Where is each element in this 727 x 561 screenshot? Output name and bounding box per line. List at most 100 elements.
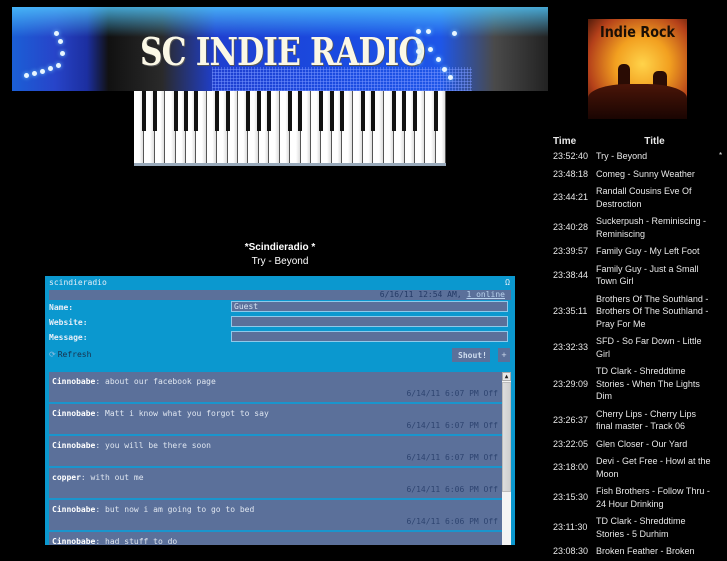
table-row: 23:11:30 TD Clark - Shreddtime Stories - …: [550, 513, 727, 543]
piano-keyboard-graphic: [134, 91, 447, 166]
shoutbox-header: scindieradio Ω: [45, 276, 515, 290]
light-dot-icon: [442, 67, 447, 72]
current-track-marker: *: [719, 151, 723, 160]
track-title: TD Clark - Shreddtime Stories - When The…: [596, 366, 700, 401]
track-title: Glen Closer - Our Yard: [596, 438, 688, 449]
track-title: Devi - Get Free - Howl at the Moon: [596, 456, 711, 479]
light-dot-icon: [436, 57, 441, 62]
message-text: about our facebook page: [105, 377, 216, 386]
track-time: 23:32:33: [553, 342, 589, 353]
album-art: Indie Rock: [588, 19, 687, 119]
light-dot-icon: [40, 69, 45, 74]
shoutbox-menu-icon[interactable]: Ω: [505, 276, 510, 290]
column-time: Time: [553, 135, 577, 147]
message-label: Message:: [49, 333, 88, 342]
current-track-marker: [716, 363, 727, 406]
track-title: Brothers Of The Southland - Brothers Of …: [596, 293, 709, 329]
current-track-marker: [716, 436, 727, 454]
message-item: Cinnobabe: you will be there soon 6/14/1…: [49, 436, 502, 468]
light-dot-icon: [56, 63, 61, 68]
scrollbar-thumb[interactable]: [502, 382, 511, 492]
table-row: 23:52:40 Try - Beyond *: [550, 148, 727, 166]
status-datetime: 6/16/11 12:54 AM,: [379, 290, 462, 299]
track-time: 23:39:57: [553, 246, 589, 256]
refresh-icon: ⟳: [49, 350, 56, 359]
message-user[interactable]: Cinnobabe: [52, 441, 95, 450]
light-dot-icon: [58, 39, 63, 44]
piano-black-key: [329, 91, 334, 131]
current-track-marker: [716, 213, 727, 243]
current-track: Try - Beyond: [251, 256, 309, 267]
current-track-marker: [716, 261, 727, 291]
track-time: 23:48:18: [553, 168, 589, 179]
table-row: 23:44:21 Randall Cousins Eve Of Destrocti…: [550, 183, 727, 213]
message-item: Cinnobabe: Matt i know what you forgot t…: [49, 404, 502, 436]
message-user[interactable]: Cinnobabe: [52, 377, 95, 386]
message-scrollbar[interactable]: ▲: [502, 372, 511, 545]
track-title: Fish Brothers - Follow Thru - 24 Hour Dr…: [596, 486, 710, 509]
banner-title: SC INDIE RADIO: [140, 29, 426, 74]
table-row: 23:39:57 Family Guy - My Left Foot: [550, 243, 727, 261]
current-track-marker: [716, 453, 727, 483]
piano-black-key: [256, 91, 261, 131]
track-time: 23:35:11: [553, 306, 588, 316]
message-text: had stuff to do: [105, 537, 178, 545]
shoutbox-actions: ⟳ Refresh Shout! +: [45, 345, 515, 367]
piano-black-key: [267, 91, 272, 131]
message-user[interactable]: Cinnobabe: [52, 505, 95, 514]
current-track-marker: [716, 406, 727, 436]
now-playing: *Scindieradio * Try - Beyond: [200, 241, 360, 269]
table-row: 23:22:05 Glen Closer - Our Yard: [550, 436, 727, 454]
message-time: 6/14/11 6:07 PM Off: [406, 421, 498, 430]
message-user[interactable]: Cinnobabe: [52, 409, 95, 418]
message-list: Cinnobabe: about our facebook page 6/14/…: [49, 372, 502, 545]
current-track-marker: [716, 166, 727, 184]
shout-button[interactable]: Shout!: [452, 348, 490, 362]
track-time: 23:29:09: [553, 378, 589, 389]
piano-black-key: [392, 91, 396, 131]
name-label: Name:: [49, 303, 74, 312]
track-title: Try - Beyond: [596, 151, 648, 161]
recent-tracks: Time Title 23:52:40 Try - Beyond * 23:48:18…: [550, 134, 727, 561]
message-text: but now i am going to go to bed: [105, 505, 255, 514]
online-users-link[interactable]: 1 online: [466, 290, 505, 299]
name-input[interactable]: [231, 301, 508, 312]
message-input[interactable]: [231, 331, 508, 342]
piano-black-key: [360, 91, 365, 131]
table-row: 23:08:30 Broken Feather - Broken: [550, 543, 727, 561]
message-item: copper: with out me 6/14/11 6:06 PM Off: [49, 468, 502, 500]
table-row: 23:40:28 Suckerpush - Reminiscing - Remin…: [550, 213, 727, 243]
station-name: *Scindieradio *: [244, 242, 316, 253]
track-title: Cherry Lips - Cherry Lips final master -…: [596, 408, 697, 432]
piano-black-key: [215, 91, 220, 131]
message-text: Matt i know what you forgot to say: [105, 409, 269, 418]
website-input[interactable]: [231, 316, 508, 327]
track-title: Broken Feather - Broken: [596, 546, 695, 556]
piano-black-key: [402, 91, 407, 131]
refresh-button[interactable]: ⟳ Refresh: [49, 350, 91, 359]
table-row: 23:32:33 SFD - So Far Down - Little Girl: [550, 333, 727, 363]
table-header: Time Title: [550, 134, 727, 148]
piano-black-key: [194, 91, 199, 131]
piano-black-key: [184, 91, 188, 131]
piano-black-key: [246, 91, 251, 131]
piano-black-key: [371, 91, 376, 131]
current-track-marker: [716, 543, 727, 561]
track-title: Family Guy - My Left Foot: [596, 246, 700, 256]
piano-black-key: [412, 91, 417, 131]
column-title: Title: [644, 135, 665, 147]
light-dot-icon: [426, 29, 431, 34]
plus-button[interactable]: +: [498, 348, 510, 362]
piano-black-key: [142, 91, 147, 131]
message-user[interactable]: copper: [52, 473, 81, 482]
table-row: 23:26:37 Cherry Lips - Cherry Lips final …: [550, 406, 727, 436]
message-item: Cinnobabe: had stuff to do: [49, 532, 502, 545]
piano-black-key: [225, 91, 230, 131]
current-track-marker: [716, 291, 727, 334]
scroll-up-arrow-icon[interactable]: ▲: [502, 372, 511, 381]
table-row: 23:18:00 Devi - Get Free - Howl at the Mo…: [550, 453, 727, 483]
message-user[interactable]: Cinnobabe: [52, 537, 95, 545]
piano-black-key: [152, 91, 157, 131]
table-row: 23:35:11 Brothers Of The Southland - Brot…: [550, 291, 727, 334]
piano-black-key: [298, 91, 303, 131]
